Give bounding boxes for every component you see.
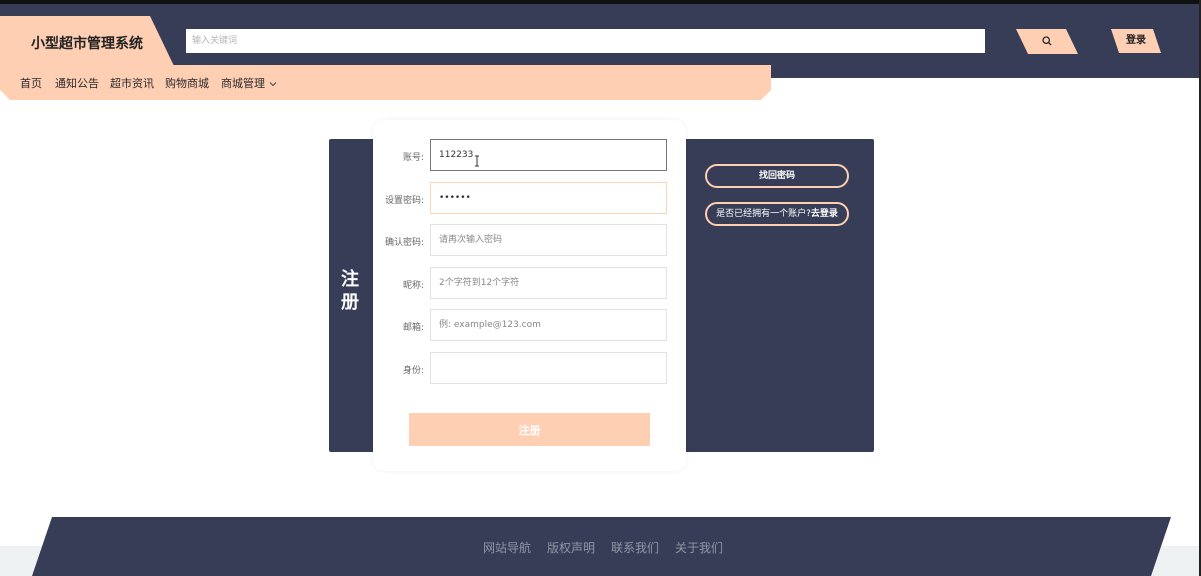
search-icon xyxy=(1042,36,1052,46)
text-cursor-icon xyxy=(475,155,479,167)
identity-label: 身份: xyxy=(402,366,424,376)
account-input[interactable] xyxy=(430,139,667,171)
footer-link-about[interactable]: 关于我们 xyxy=(675,539,723,556)
chevron-down-icon xyxy=(269,77,277,90)
login-button[interactable]: 登录 xyxy=(1111,29,1161,53)
email-label: 邮箱: xyxy=(402,323,424,333)
have-account-text: 是否已经拥有一个账户? xyxy=(716,209,811,219)
footer-bar xyxy=(32,517,1171,576)
account-label: 账号: xyxy=(402,153,424,163)
nav-item-news[interactable]: 超市资讯 xyxy=(110,75,154,91)
footer-link-sitemap[interactable]: 网站导航 xyxy=(483,539,531,556)
password-input[interactable] xyxy=(430,182,667,214)
nav-item-management-label: 商城管理 xyxy=(221,77,265,90)
nav-item-notices[interactable]: 通知公告 xyxy=(55,75,99,91)
footer-link-copyright[interactable]: 版权声明 xyxy=(547,539,595,556)
confirm-password-input[interactable] xyxy=(430,224,667,256)
go-login-button[interactable]: 是否已经拥有一个账户?去登录 xyxy=(705,202,849,226)
search-input[interactable] xyxy=(186,29,985,53)
register-submit-button[interactable]: 注册 xyxy=(409,413,650,446)
identity-input[interactable] xyxy=(430,352,667,384)
forgot-password-button[interactable]: 找回密码 xyxy=(705,164,849,188)
nav-item-shop[interactable]: 购物商城 xyxy=(165,75,209,91)
footer-link-contact[interactable]: 联系我们 xyxy=(611,539,659,556)
register-title: 注册 xyxy=(341,269,359,313)
nav-item-home[interactable]: 首页 xyxy=(20,75,42,91)
nickname-label: 昵称: xyxy=(402,281,424,291)
app-title: 小型超市管理系统 xyxy=(31,36,143,52)
forgot-password-label: 找回密码 xyxy=(758,171,795,181)
email-input[interactable] xyxy=(430,309,667,341)
go-login-label: 去登录 xyxy=(810,209,838,219)
password-label: 设置密码: xyxy=(384,196,424,206)
confirm-password-label: 确认密码: xyxy=(384,238,424,248)
nickname-input[interactable] xyxy=(430,267,667,299)
nav-item-management[interactable]: 商城管理 xyxy=(221,75,277,91)
